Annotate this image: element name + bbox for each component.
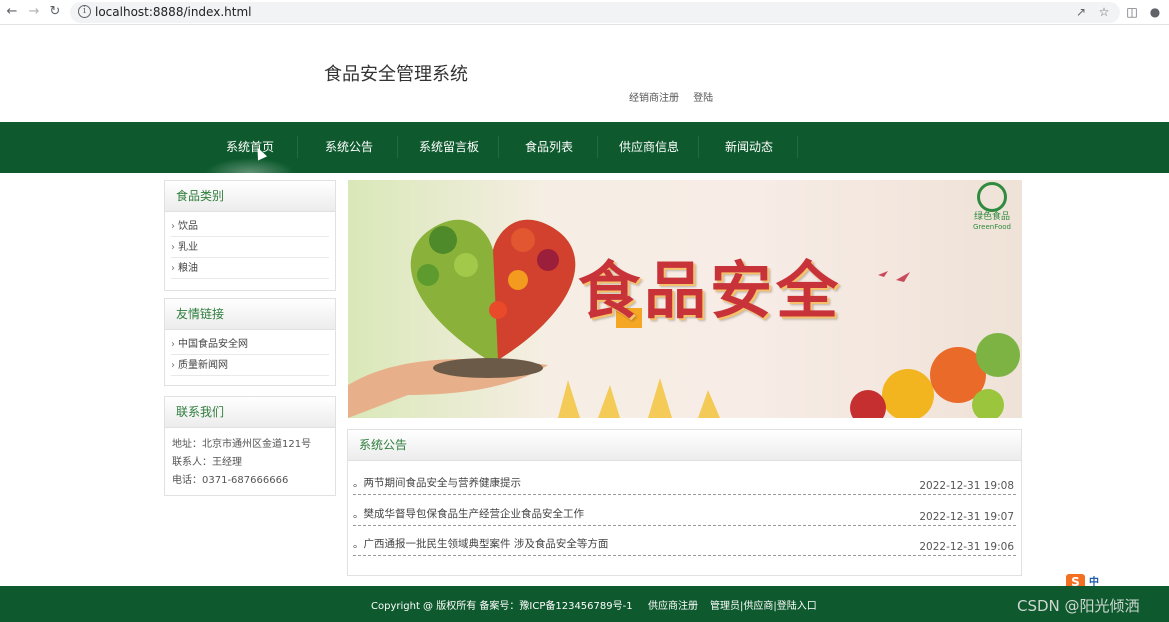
category-item[interactable]: › 乳业 — [171, 237, 329, 258]
announcement-date: 2022-12-31 19:06 — [919, 541, 1014, 553]
footer-supplier-register-link[interactable]: 供应商注册 — [648, 597, 698, 612]
nav-item-food-list[interactable]: 食品列表 — [505, 122, 593, 173]
green-food-logo-icon — [977, 182, 1007, 212]
announcement-row[interactable]: 。樊成华督导包保食品生产经营企业食品安全工作 2022-12-31 19:07 — [353, 502, 1016, 526]
vegetable-shape — [429, 226, 457, 254]
forward-icon[interactable]: → — [25, 3, 43, 21]
login-link[interactable]: 登陆 — [693, 93, 713, 104]
announcement-date: 2022-12-31 19:08 — [919, 480, 1014, 492]
vegetable-shape — [417, 264, 439, 286]
soil-shape — [433, 358, 543, 378]
main-nav: 系统首页 系统公告 系统留言板 食品列表 供应商信息 新闻动态 — [0, 122, 1169, 173]
chevron-right-icon: › — [171, 263, 175, 274]
contact-phone: 电话：0371-687666666 — [172, 475, 289, 486]
nav-item-supplier-info[interactable]: 供应商信息 — [603, 122, 695, 173]
announcement-row[interactable]: 。两节期间食品安全与营养健康提示 2022-12-31 19:08 — [353, 471, 1016, 495]
fruit-shape — [850, 390, 886, 418]
contact-details: 地址：北京市通州区金道121号 联系人：王经理 电话：0371-68766666… — [165, 428, 335, 498]
nav-item-message-board[interactable]: 系统留言板 — [403, 122, 495, 173]
birds-shape — [878, 271, 910, 282]
nav-separator — [797, 136, 798, 158]
chevron-right-icon: › — [171, 242, 175, 253]
logo-en-text: GreenFood — [973, 223, 1011, 231]
header-links: 经销商注册 登陆 — [629, 89, 724, 104]
dealer-register-link[interactable]: 经销商注册 — [629, 93, 679, 104]
friendly-links-title: 友情链接 — [165, 299, 335, 330]
announcement-date: 2022-12-31 19:07 — [919, 511, 1014, 523]
nav-separator — [297, 136, 298, 158]
fruit-shape — [882, 369, 934, 418]
category-label[interactable]: 乳业 — [178, 242, 198, 253]
link-label[interactable]: 质量新闻网 — [178, 360, 228, 371]
announcements-title: 系统公告 — [348, 430, 1021, 461]
bookmark-star-icon[interactable]: ☆ — [1096, 4, 1112, 20]
nav-item-home[interactable]: 系统首页 — [205, 122, 295, 173]
fruit-shape — [976, 333, 1020, 377]
nav-item-announcements[interactable]: 系统公告 — [305, 122, 393, 173]
food-category-panel: 食品类别 › 饮品 › 乳业 › 粮油 — [164, 180, 336, 291]
contact-panel: 联系我们 地址：北京市通州区金道121号 联系人：王经理 电话：0371-687… — [164, 396, 336, 496]
logo-cn-text: 绿色食品 — [973, 212, 1010, 222]
footer-login-entry-link[interactable]: 管理员|供应商|登陆入口 — [710, 597, 817, 612]
side-panel-icon[interactable]: ◫ — [1124, 4, 1140, 20]
announcement-title[interactable]: 。樊成华督导包保食品生产经营企业食品安全工作 — [353, 506, 584, 521]
vegetable-shape — [454, 253, 478, 277]
fruit-shape — [489, 301, 507, 319]
announcement-title[interactable]: 。两节期间食品安全与营养健康提示 — [353, 475, 521, 490]
announcement-row[interactable]: 。广西通报一批民生领域典型案件 涉及食品安全等方面 2022-12-31 19:… — [353, 532, 1016, 556]
contact-person: 联系人：王经理 — [172, 457, 242, 468]
chevron-right-icon: › — [171, 360, 175, 371]
nav-separator — [597, 136, 598, 158]
url-text[interactable]: localhost:8888/index.html — [95, 5, 251, 19]
reload-icon[interactable]: ↻ — [46, 3, 64, 21]
announcements-panel: 系统公告 。两节期间食品安全与营养健康提示 2022-12-31 19:08 。… — [347, 429, 1022, 576]
banner-headline: 食品安全 — [578, 254, 843, 327]
back-icon[interactable]: ← — [3, 3, 21, 21]
browser-toolbar: ← → ↻ i localhost:8888/index.html ↗ ☆ ◫ … — [0, 0, 1169, 25]
contact-address: 地址：北京市通州区金道121号 — [172, 439, 312, 450]
chevron-right-icon: › — [171, 339, 175, 350]
green-food-logo: 绿色食品 GreenFood — [964, 182, 1020, 232]
category-label[interactable]: 饮品 — [178, 221, 198, 232]
fruit-shape — [511, 228, 535, 252]
nav-item-news[interactable]: 新闻动态 — [705, 122, 793, 173]
category-item[interactable]: › 粮油 — [171, 258, 329, 279]
nav-separator — [397, 136, 398, 158]
link-item[interactable]: › 质量新闻网 — [171, 355, 329, 376]
hero-banner: 食品安全 绿色食品 GreenFood — [348, 180, 1022, 418]
chevron-right-icon: › — [171, 221, 175, 232]
nav-separator — [698, 136, 699, 158]
site-title: 食品安全管理系统 — [324, 64, 468, 85]
fruit-shape — [537, 249, 559, 271]
fruit-shape — [508, 270, 528, 290]
address-bar[interactable]: i localhost:8888/index.html — [70, 2, 1120, 23]
link-item[interactable]: › 中国食品安全网 — [171, 334, 329, 355]
category-label[interactable]: 粮油 — [178, 263, 198, 274]
category-item[interactable]: › 饮品 — [171, 216, 329, 237]
people-silhouettes — [558, 378, 720, 418]
friendly-links-panel: 友情链接 › 中国食品安全网 › 质量新闻网 — [164, 298, 336, 386]
csdn-watermark: CSDN @阳光倾洒 — [1017, 597, 1140, 615]
profile-icon[interactable]: ● — [1147, 4, 1163, 20]
link-label[interactable]: 中国食品安全网 — [178, 339, 248, 350]
announcement-title[interactable]: 。广西通报一批民生领域典型案件 涉及食品安全等方面 — [353, 536, 608, 551]
contact-title: 联系我们 — [165, 397, 335, 428]
share-icon[interactable]: ↗ — [1073, 4, 1089, 20]
footer-copyright: Copyright @ 版权所有 备案号：豫ICP备123456789号-1 — [371, 601, 633, 612]
site-footer: Copyright @ 版权所有 备案号：豫ICP备123456789号-1 供… — [0, 586, 1169, 622]
nav-separator — [498, 136, 499, 158]
site-info-icon[interactable]: i — [78, 5, 91, 18]
food-category-title: 食品类别 — [165, 181, 335, 212]
